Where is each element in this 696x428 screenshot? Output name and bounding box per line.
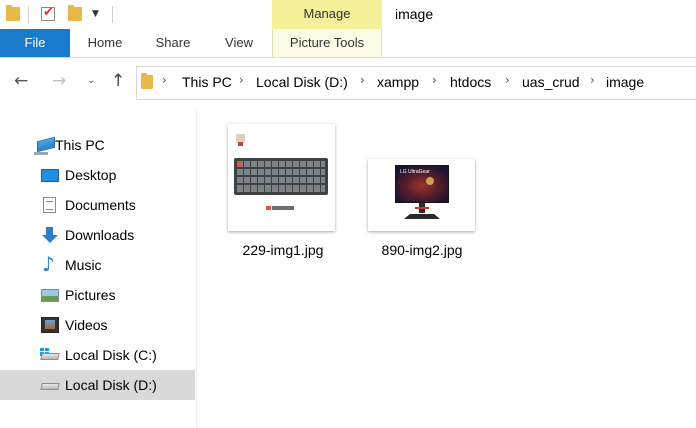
- file-thumbnail[interactable]: [228, 124, 335, 231]
- recent-locations-chevron-icon[interactable]: ⌄: [87, 75, 95, 86]
- divider: [112, 6, 113, 23]
- breadcrumb-chevron-icon[interactable]: ›: [590, 73, 595, 87]
- desktop-icon: [41, 169, 59, 182]
- new-folder-icon[interactable]: [68, 5, 82, 21]
- sidebar-item-label: Music: [65, 257, 102, 273]
- breadcrumb-chevron-icon[interactable]: ›: [505, 73, 510, 87]
- sidebar-item-this-pc[interactable]: This PC: [0, 130, 195, 160]
- sidebar-item-label: Local Disk (D:): [65, 377, 157, 393]
- sidebar-item-label: Pictures: [65, 287, 116, 303]
- documents-icon: [43, 197, 56, 213]
- folder-icon: [141, 73, 153, 89]
- sidebar-item-downloads[interactable]: Downloads: [0, 220, 195, 250]
- breadcrumb-chevron-icon[interactable]: ›: [162, 73, 167, 87]
- system-drive-icon: [40, 353, 60, 360]
- divider: [28, 6, 29, 23]
- sidebar-item-pictures[interactable]: Pictures: [0, 280, 195, 310]
- monitor-brand-text: LG UltraGear: [400, 169, 430, 175]
- sidebar-item-label: Videos: [65, 317, 108, 333]
- sidebar-item-label: Downloads: [65, 227, 135, 243]
- tab-share[interactable]: Share: [140, 29, 206, 57]
- drive-icon: [40, 383, 60, 390]
- sidebar-item-label: Documents: [65, 197, 136, 213]
- tab-home[interactable]: Home: [70, 29, 140, 57]
- forward-arrow-icon[interactable]: →: [52, 71, 66, 91]
- this-pc-icon: [37, 136, 55, 153]
- keyboard-thumbnail: [228, 124, 335, 231]
- tab-picture-tools[interactable]: Picture Tools: [272, 29, 382, 57]
- tab-file[interactable]: File: [0, 29, 70, 57]
- music-icon: ♪: [42, 252, 55, 276]
- sidebar-item-videos[interactable]: Videos: [0, 310, 195, 340]
- breadcrumb-image[interactable]: image: [606, 74, 644, 90]
- pictures-icon: [41, 289, 59, 302]
- breadcrumb-uas-crud[interactable]: uas_crud: [522, 74, 580, 90]
- this-pc-stand: [34, 152, 48, 155]
- file-thumbnail[interactable]: LG UltraGear: [368, 159, 475, 231]
- breadcrumb-this-pc[interactable]: This PC: [182, 74, 232, 90]
- sidebar-item-local-disk-d[interactable]: Local Disk (D:): [0, 370, 195, 400]
- breadcrumb-htdocs[interactable]: htdocs: [450, 74, 491, 90]
- breadcrumb-local-disk-d[interactable]: Local Disk (D:): [256, 74, 348, 90]
- back-arrow-icon[interactable]: ←: [14, 71, 28, 91]
- properties-icon[interactable]: [41, 5, 55, 21]
- videos-icon: [41, 317, 59, 333]
- up-arrow-icon[interactable]: ↑: [111, 71, 125, 91]
- customize-quick-access-icon[interactable]: ▼: [92, 9, 99, 19]
- manage-label: Manage: [303, 6, 351, 21]
- downloads-icon: [41, 227, 59, 243]
- file-name-label[interactable]: 229-img1.jpg: [223, 242, 343, 258]
- sidebar-item-local-disk-c[interactable]: Local Disk (C:): [0, 340, 195, 370]
- sidebar-item-label: Desktop: [65, 167, 117, 183]
- navigation-pane: This PC Desktop Documents Downloads ♪ Mu…: [0, 108, 197, 428]
- sidebar-item-desktop[interactable]: Desktop: [0, 160, 195, 190]
- breadcrumb-xampp[interactable]: xampp: [377, 74, 419, 90]
- breadcrumb-chevron-icon[interactable]: ›: [432, 73, 437, 87]
- folder-icon[interactable]: [6, 5, 20, 21]
- sidebar-item-documents[interactable]: Documents: [0, 190, 195, 220]
- monitor-thumbnail: LG UltraGear: [368, 159, 475, 231]
- tab-view[interactable]: View: [206, 29, 272, 57]
- sidebar-item-music[interactable]: ♪ Music: [0, 250, 195, 280]
- file-name-label[interactable]: 890-img2.jpg: [362, 242, 482, 258]
- breadcrumb-chevron-icon[interactable]: ›: [239, 73, 244, 87]
- sidebar-item-label: Local Disk (C:): [65, 347, 157, 363]
- breadcrumb-chevron-icon[interactable]: ›: [360, 73, 365, 87]
- window-title: image: [395, 6, 434, 22]
- sidebar-item-label: This PC: [55, 137, 105, 153]
